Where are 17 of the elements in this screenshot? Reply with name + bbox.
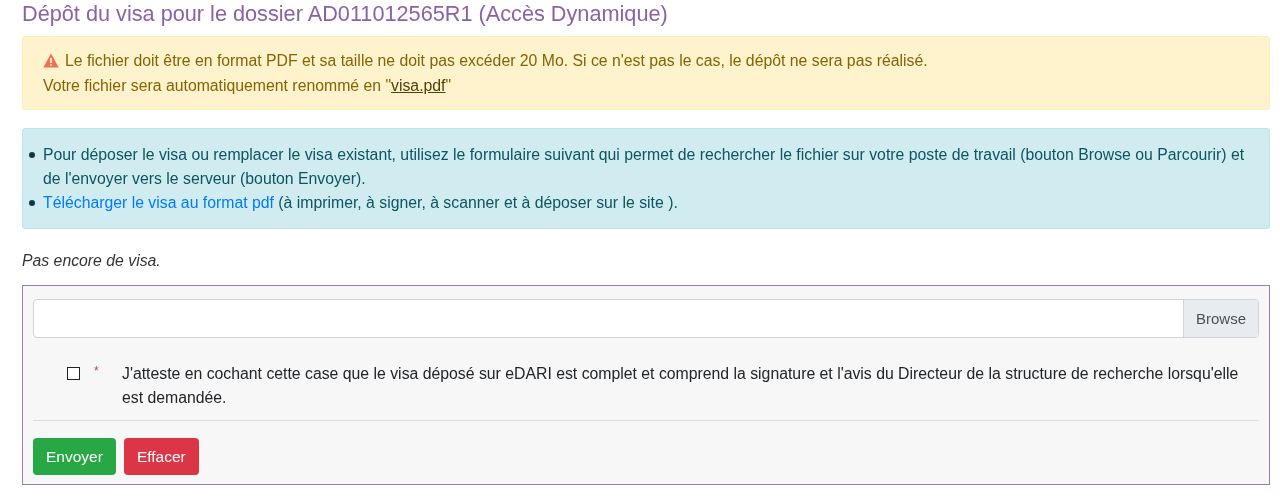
info-text: Pour déposer le visa ou remplacer le visa existant, utilisez le formulaire suivant qui permet de rechercher le fichier sur votre poste de travail (bouton Browse ou Parcourir) et de l'envoyer vers le serveur (bouton Envoyer). bbox=[43, 145, 1246, 189]
attestation-label: J'atteste en cochant cette case que le visa déposé sur eDARI est complet et comprend la signature et l'avis du Directeur de la structure de recherche lorsqu'elle est demandée. bbox=[122, 364, 1240, 408]
info-text: (à imprimer, à signer, à scanner et à déposer sur le site ). bbox=[278, 194, 678, 211]
attestation-checkbox[interactable] bbox=[67, 367, 80, 380]
page-title: Dépôt du visa pour le dossier AD011012565R1 (Accès Dynamique) bbox=[22, 2, 669, 26]
bullet-icon bbox=[29, 200, 35, 206]
bullet-icon bbox=[29, 152, 35, 158]
quote-text: " bbox=[445, 77, 452, 94]
rename-text: Votre fichier sera automatiquement renommé en " bbox=[43, 77, 392, 94]
browse-button[interactable]: Browse bbox=[1182, 300, 1258, 337]
warning-icon bbox=[43, 53, 59, 68]
warning-text: Le fichier doit être en format PDF et sa taille ne doit pas excéder 20 Mo. Si ce n'est pas le cas, le dépôt ne sera pas réalisé. bbox=[65, 51, 928, 71]
required-mark: * bbox=[94, 363, 100, 380]
file-input-field[interactable]: Browse bbox=[33, 299, 1259, 338]
status-text: Pas encore de visa. bbox=[22, 251, 162, 271]
file-link[interactable]: visa.pdf bbox=[391, 77, 446, 94]
clear-button[interactable]: Effacer bbox=[123, 438, 199, 475]
